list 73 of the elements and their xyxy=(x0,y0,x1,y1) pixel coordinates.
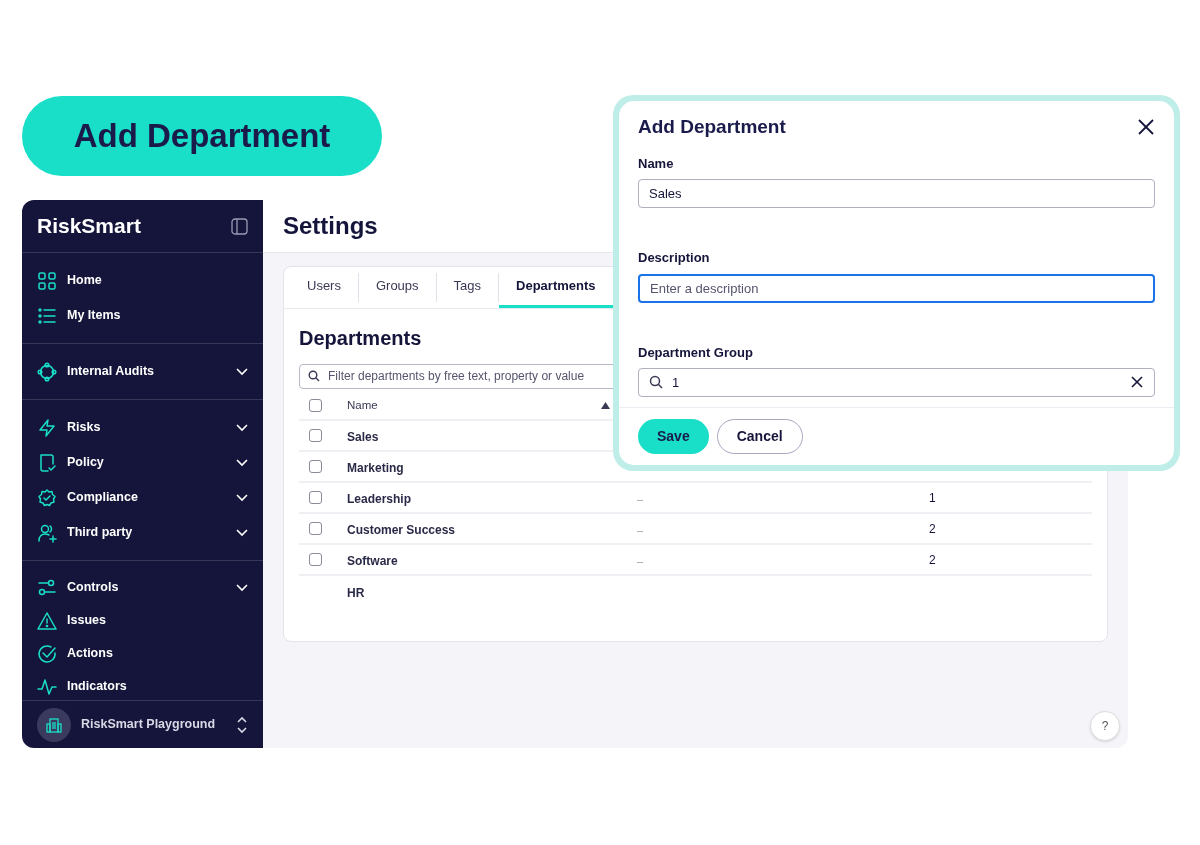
settings-tab[interactable]: Groups xyxy=(358,267,436,308)
nav-item[interactable]: Internal Audits xyxy=(22,354,263,389)
search-icon xyxy=(649,375,663,389)
nav-item[interactable]: Controls xyxy=(22,571,263,604)
warning-icon xyxy=(37,610,57,631)
settings-tab[interactable]: Users xyxy=(290,267,358,308)
badge-check-icon xyxy=(37,487,57,508)
search-icon xyxy=(308,370,320,382)
table-cell: HR xyxy=(347,585,365,600)
input-field[interactable]: Enter a description xyxy=(638,273,1155,303)
checkbox[interactable] xyxy=(309,429,322,442)
table-cell: – xyxy=(637,523,644,536)
field-label: Department Group xyxy=(638,343,754,362)
cancel-button[interactable]: Cancel xyxy=(716,419,803,454)
table-cell-text: 2 xyxy=(929,551,936,569)
table-cell: Marketing xyxy=(347,460,404,475)
checkbox[interactable] xyxy=(309,399,322,412)
sort-ascending-icon[interactable] xyxy=(601,402,610,409)
table-cell: – xyxy=(637,492,644,505)
chevron-down-icon[interactable] xyxy=(236,367,248,376)
table-cell-text: 1 xyxy=(929,489,936,507)
chevron-up-down-icon[interactable] xyxy=(236,715,248,734)
table-cell: Customer Success xyxy=(347,522,456,537)
checkbox[interactable] xyxy=(309,522,322,535)
workspace-name[interactable]: RiskSmart Playground xyxy=(81,715,226,734)
nav-item[interactable]: My Items xyxy=(22,298,263,333)
checkbox[interactable] xyxy=(309,553,322,566)
input-field[interactable]: Sales xyxy=(638,179,1155,208)
page-title: Settings xyxy=(283,211,378,241)
lightning-icon xyxy=(37,417,57,438)
section-title: Departments xyxy=(299,326,423,351)
nav-item[interactable]: Indicators xyxy=(22,670,263,700)
table-cell: – xyxy=(637,554,644,567)
clear-icon[interactable] xyxy=(1131,376,1143,388)
chevron-down-icon[interactable] xyxy=(236,423,248,432)
close-icon[interactable] xyxy=(1137,118,1155,137)
chevron-down-icon[interactable] xyxy=(236,493,248,502)
sidebar-toggle-icon[interactable] xyxy=(231,217,248,235)
checkbox[interactable] xyxy=(309,460,322,473)
dialog-title: Add Department xyxy=(638,115,786,139)
grid-icon xyxy=(37,270,57,291)
building-icon xyxy=(46,716,62,733)
search-field[interactable]: 1 xyxy=(638,368,1155,397)
brand-logo: RiskSmart xyxy=(37,213,141,240)
help-button[interactable]: ? xyxy=(1090,711,1120,741)
user-plus-icon xyxy=(37,522,57,543)
checkbox[interactable] xyxy=(309,491,322,504)
check-circle-icon xyxy=(37,643,57,664)
chevron-down-icon[interactable] xyxy=(236,583,248,592)
table-cell-text: 2 xyxy=(929,520,936,538)
chevron-down-icon[interactable] xyxy=(236,528,248,537)
chevron-down-icon[interactable] xyxy=(236,458,248,467)
nav-item[interactable]: Third party xyxy=(22,515,263,550)
nav-item[interactable]: Compliance xyxy=(22,480,263,515)
settings-tab[interactable]: Tags xyxy=(436,267,499,308)
table-cell: Sales xyxy=(347,429,379,444)
sliders-icon xyxy=(37,577,57,598)
column-header[interactable]: Name xyxy=(347,396,601,415)
nav-item[interactable]: Risks xyxy=(22,410,263,445)
field-label: Name xyxy=(638,154,675,173)
nav-item[interactable]: Actions xyxy=(22,637,263,670)
pulse-icon xyxy=(37,676,57,697)
nav-item[interactable]: Home xyxy=(22,263,263,298)
table-cell: Leadership xyxy=(347,491,412,506)
save-button[interactable]: Save xyxy=(638,419,709,454)
list-icon xyxy=(37,305,57,326)
document-check-icon xyxy=(37,452,57,473)
nav-item[interactable]: Issues xyxy=(22,604,263,637)
add-department-banner: Add Department xyxy=(22,96,382,176)
field-label: Description xyxy=(638,249,711,267)
table-cell: Software xyxy=(347,553,398,568)
circle-nodes-icon xyxy=(37,361,57,382)
nav-item[interactable]: Policy xyxy=(22,445,263,480)
